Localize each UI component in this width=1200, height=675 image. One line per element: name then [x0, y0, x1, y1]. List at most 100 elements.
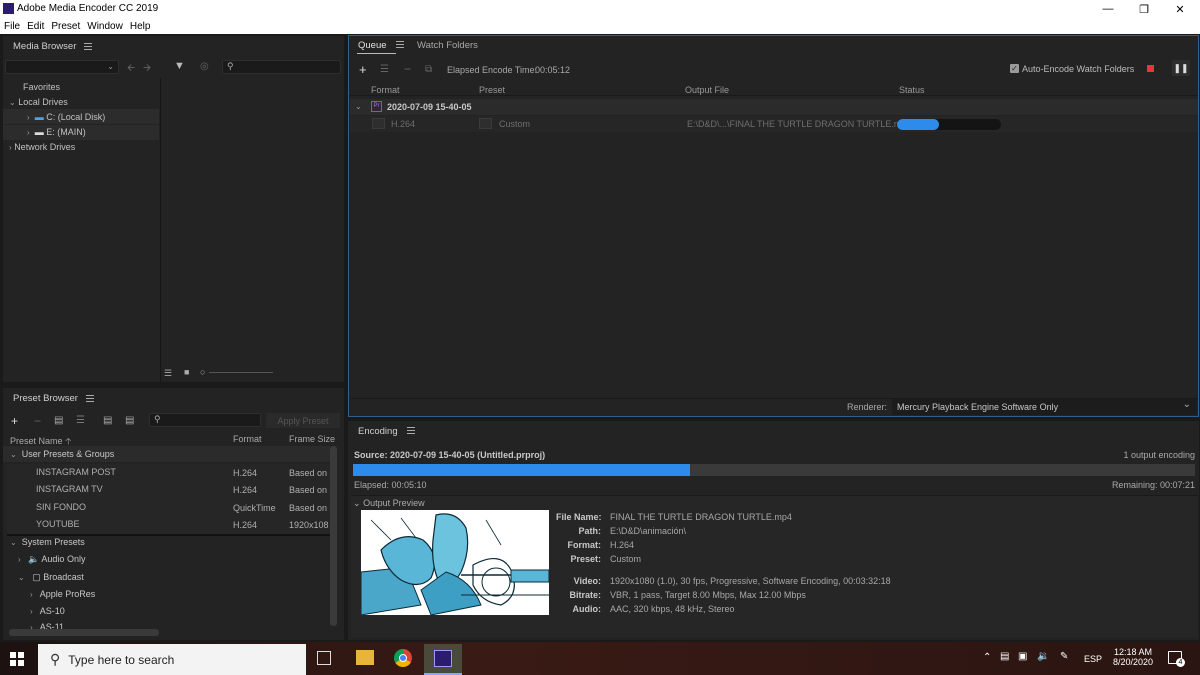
tab-watch-folders[interactable]: Watch Folders [417, 40, 478, 51]
tree-network-drives[interactable]: › Network Drives [9, 142, 75, 152]
search-icon: ⚲ [227, 61, 234, 71]
tv-icon: ▢ [32, 572, 41, 582]
notifications-icon[interactable]: 4 [1168, 651, 1185, 667]
system-presets-group[interactable]: ⌄ System Presets [10, 537, 85, 547]
restore-button[interactable]: ❐ [1124, 0, 1164, 18]
col-frame-size[interactable]: Frame Size [289, 434, 335, 444]
divider [7, 534, 330, 536]
tree-drive-c[interactable]: › ▬ C: (Local Disk) [27, 112, 105, 122]
new-group-icon[interactable]: ▤ [54, 415, 63, 426]
panel-menu-icon[interactable] [85, 394, 94, 402]
list-view-icon[interactable]: ☰ [164, 368, 172, 379]
preset-settings-icon[interactable]: ☰ [76, 415, 85, 426]
minimize-button[interactable]: — [1088, 0, 1128, 18]
forward-arrow-icon[interactable]: 🡪 [143, 61, 151, 78]
menu-edit[interactable]: Edit [27, 21, 44, 32]
add-source-icon[interactable]: + [359, 62, 367, 77]
media-search-input[interactable]: ⚲ [222, 60, 341, 74]
import-preset-icon[interactable]: ▤ [103, 415, 112, 426]
add-preset-icon[interactable]: + [11, 414, 18, 428]
remove-preset-icon[interactable]: − [34, 414, 41, 428]
network-icon[interactable]: ▣ [1018, 651, 1027, 662]
thumbnail-view-icon[interactable]: ■ [184, 367, 189, 377]
queue-item-format[interactable]: H.264 [391, 119, 415, 129]
media-encoder-taskbar-button[interactable] [424, 644, 462, 675]
tree-drive-e[interactable]: › ▬ E: (MAIN) [27, 127, 86, 137]
col-format[interactable]: Format [371, 85, 400, 95]
file-explorer-icon[interactable] [356, 650, 374, 665]
preset-format: H.264 [233, 468, 258, 478]
preset-search-input[interactable]: ⚲ [149, 413, 261, 427]
queue-panel: Queue Watch Folders + ☰ − ⧉ Elapsed Enco… [348, 35, 1199, 417]
preset-name[interactable]: INSTAGRAM TV [36, 484, 103, 494]
queue-item-output[interactable]: E:\D&D\...\FINAL THE TURTLE DRAGON TURTL… [687, 119, 911, 129]
pen-icon[interactable]: ✎ [1060, 651, 1068, 662]
language-indicator[interactable]: ESP [1084, 654, 1102, 664]
export-preset-icon[interactable]: ▤ [125, 415, 134, 426]
pause-queue-button[interactable]: ❚❚ [1172, 60, 1190, 76]
tree-local-drives[interactable]: ⌄ Local Drives [9, 97, 68, 107]
renderer-value: Mercury Playback Engine Software Only [897, 402, 1059, 412]
preset-browser-header: Preset Browser [3, 388, 344, 408]
auto-encode-checkbox[interactable]: ✓ [1010, 64, 1019, 73]
menu-window[interactable]: Window [87, 21, 123, 32]
search-icon: ⚲ [50, 651, 61, 667]
apply-preset-button[interactable]: Apply Preset [266, 413, 340, 428]
stop-queue-button[interactable] [1147, 65, 1154, 72]
panel-menu-icon[interactable] [407, 427, 416, 434]
clock[interactable]: 12:18 AM 8/20/2020 [1108, 647, 1158, 667]
col-output-file[interactable]: Output File [685, 85, 729, 95]
as10-group[interactable]: › AS-10 [30, 606, 65, 616]
apple-prores-group[interactable]: › Apple ProRes [30, 589, 95, 599]
user-presets-group[interactable]: ⌄ User Presets & Groups [10, 449, 114, 459]
queue-header-row [350, 82, 1198, 96]
col-preset[interactable]: Preset [479, 85, 505, 95]
view-toggle-icon[interactable]: ◎ [200, 61, 209, 72]
windows-start-icon[interactable] [8, 650, 26, 668]
menu-file[interactable]: File [4, 21, 20, 32]
col-format[interactable]: Format [233, 434, 262, 444]
format-dropdown-icon[interactable] [372, 118, 385, 129]
media-encoder-icon [434, 650, 452, 667]
user-presets-label: User Presets & Groups [21, 449, 115, 459]
menu-help[interactable]: Help [130, 21, 151, 32]
preset-format: H.264 [233, 520, 258, 530]
tree-favorites[interactable]: Favorites [23, 82, 60, 92]
preset-dropdown-icon[interactable] [479, 118, 492, 129]
display-icon[interactable]: ▤ [1000, 651, 1009, 662]
output-preview-toggle[interactable]: ⌄ Output Preview [353, 498, 425, 509]
task-view-icon[interactable] [317, 651, 331, 665]
back-arrow-icon[interactable]: 🡨 [127, 61, 135, 78]
audio-only-group[interactable]: › 🔈 Audio Only [18, 554, 85, 565]
show-hidden-icons-icon[interactable]: ⌃ [983, 652, 991, 663]
preset-name[interactable]: INSTAGRAM POST [36, 467, 116, 477]
caret-down-icon[interactable]: ⌄ [355, 102, 362, 111]
preset-label: Preset: [570, 554, 601, 564]
preset-name[interactable]: YOUTUBE [36, 519, 80, 529]
drive-select[interactable]: ⌄ [5, 60, 119, 74]
menu-preset[interactable]: Preset [51, 21, 80, 32]
duplicate-icon[interactable]: ⧉ [425, 64, 432, 75]
panel-menu-icon[interactable] [396, 41, 405, 48]
renderer-select[interactable]: Mercury Playback Engine Software Only ⌄ [892, 399, 1197, 415]
caret-right-icon: › [27, 113, 30, 122]
queue-item-preset[interactable]: Custom [499, 119, 530, 129]
vertical-scrollbar[interactable] [330, 446, 337, 626]
zoom-slider-track[interactable] [209, 372, 273, 373]
panel-menu-icon[interactable] [84, 42, 93, 50]
media-browser-title: Media Browser [13, 40, 77, 52]
horizontal-scrollbar[interactable] [9, 629, 159, 636]
zoom-slider-handle[interactable]: ○ [200, 367, 205, 377]
taskbar-search-input[interactable]: ⚲ Type here to search [38, 644, 306, 675]
remove-item-icon[interactable]: − [404, 62, 411, 76]
tab-queue[interactable]: Queue [358, 40, 405, 51]
queue-group-row[interactable] [350, 99, 1198, 115]
filter-icon[interactable]: ▼ [174, 60, 185, 72]
preset-name[interactable]: SIN FONDO [36, 502, 86, 512]
chrome-icon[interactable] [394, 649, 412, 667]
broadcast-group[interactable]: ⌄ ▢ Broadcast [18, 572, 84, 583]
close-button[interactable]: ✕ [1160, 0, 1200, 18]
queue-settings-icon[interactable]: ☰ [380, 64, 389, 75]
col-status[interactable]: Status [899, 85, 925, 95]
volume-icon[interactable]: 🔉 [1037, 651, 1049, 662]
